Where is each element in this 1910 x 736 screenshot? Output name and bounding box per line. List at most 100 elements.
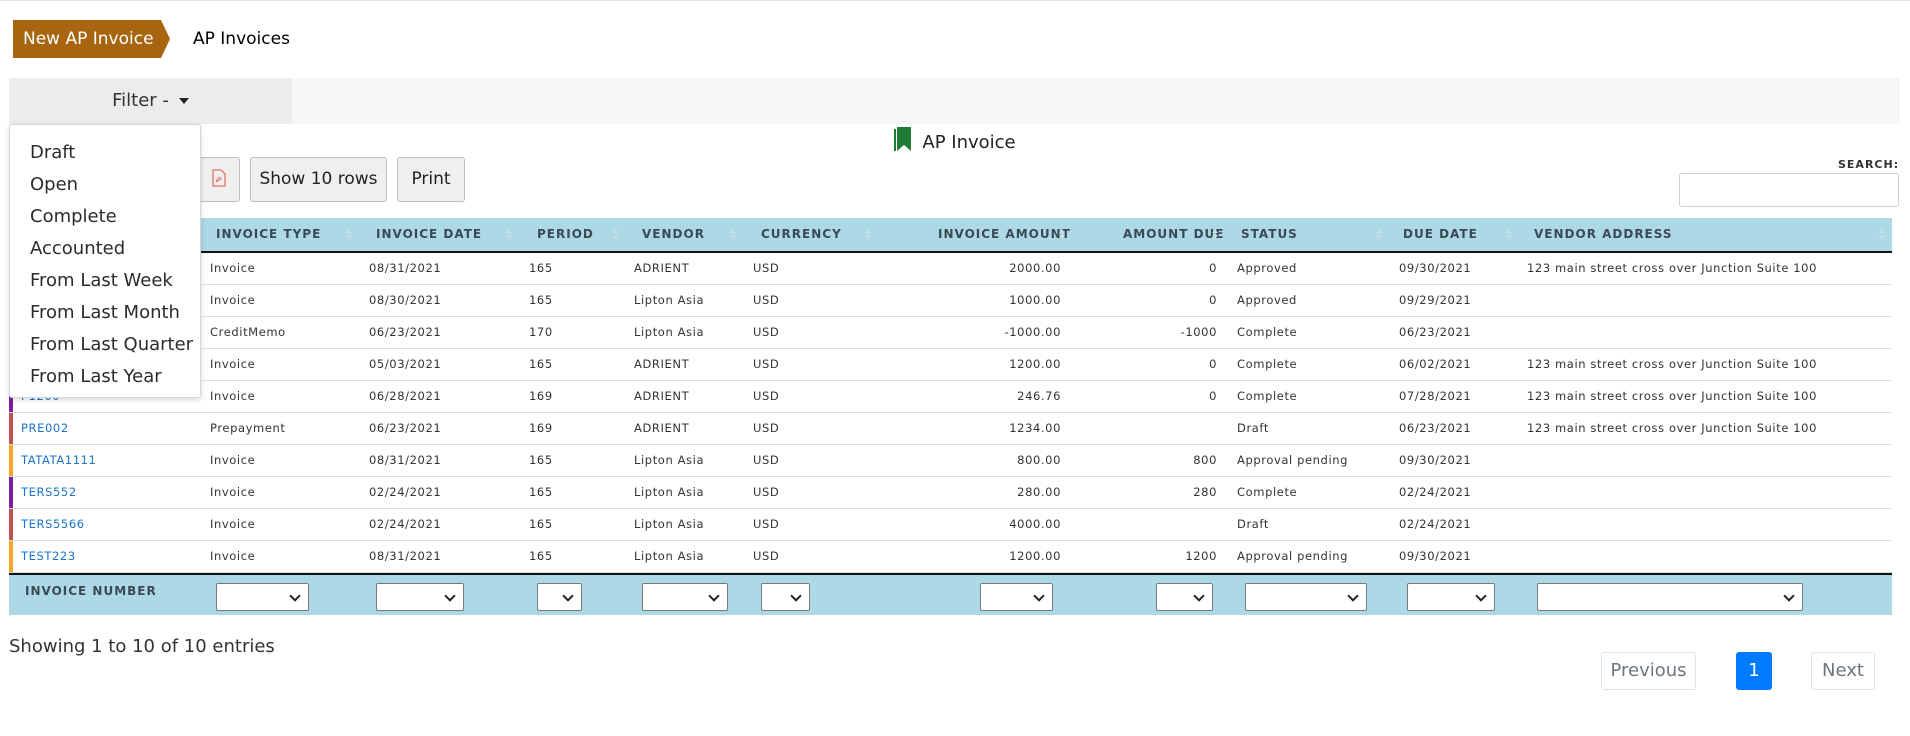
cell-currency: USD: [753, 453, 780, 467]
filter-select-invoice-type[interactable]: [216, 583, 309, 611]
col-vendor[interactable]: VENDOR: [642, 218, 705, 251]
pagination-previous[interactable]: Previous: [1601, 652, 1696, 690]
filter-select-period[interactable]: [537, 583, 582, 611]
filter-dropdown-button[interactable]: Filter -: [9, 78, 292, 124]
cell-invoice-number[interactable]: TEST223: [21, 541, 76, 572]
table-row[interactable]: TERS552 Invoice 02/24/2021 165 Lipton Asia US…: [9, 477, 1892, 509]
filter-select-amount-due[interactable]: [1156, 583, 1213, 611]
col-invoice-amount[interactable]: INVOICE AMOUNT: [938, 218, 1071, 251]
filter-option-last-quarter[interactable]: From Last Quarter: [10, 329, 200, 361]
cell-invoice-number[interactable]: TERS552: [21, 477, 77, 508]
filter-select-due-date[interactable]: [1407, 583, 1495, 611]
pagination-next[interactable]: Next: [1811, 652, 1875, 690]
cell-amount-due: -1000: [1180, 325, 1217, 339]
cell-invoice-date: 08/31/2021: [369, 549, 442, 563]
table-row[interactable]: TATATA1111 Invoice 08/31/2021 165 Lipton Asi…: [9, 445, 1892, 477]
cell-invoice-type: Invoice: [210, 517, 256, 531]
sort-icon[interactable]: [1059, 229, 1065, 240]
status-color-bar: [9, 541, 13, 572]
filter-option-accounted[interactable]: Accounted: [10, 233, 200, 265]
col-due-date[interactable]: DUE DATE: [1403, 218, 1478, 251]
breadcrumb-ap-invoices[interactable]: AP Invoices: [193, 20, 290, 58]
cell-due-date: 09/30/2021: [1399, 549, 1472, 563]
search-input[interactable]: [1679, 173, 1899, 207]
cell-due-date: 06/23/2021: [1399, 421, 1472, 435]
table-row[interactable]: CreditMemo 06/23/2021 170 Lipton Asia USD -10…: [9, 317, 1892, 349]
filter-bar: Filter -: [9, 78, 1900, 124]
new-ap-invoice-button[interactable]: New AP Invoice: [13, 20, 170, 58]
sort-icon[interactable]: [1212, 229, 1218, 240]
cell-currency: USD: [753, 357, 780, 371]
sort-icon[interactable]: [1879, 229, 1885, 240]
table-row[interactable]: Invoice 05/03/2021 165 ADRIENT USD 1200.00 0 Co…: [9, 349, 1892, 381]
cell-vendor: Lipton Asia: [634, 293, 705, 307]
cell-invoice-amount: 800.00: [1017, 453, 1061, 467]
cell-invoice-type: Invoice: [210, 453, 256, 467]
filter-select-invoice-date[interactable]: [376, 583, 464, 611]
cell-status: Draft: [1237, 421, 1269, 435]
cell-vendor: Lipton Asia: [634, 517, 705, 531]
table-row[interactable]: P1200Invoice06/28/2021169ADRIENTUSD246.7…: [9, 381, 1892, 413]
cell-due-date: 09/29/2021: [1399, 293, 1472, 307]
cell-invoice-date: 08/30/2021: [369, 293, 442, 307]
show-rows-button[interactable]: Show 10 rows: [250, 157, 387, 202]
filter-select-invoice-amount[interactable]: [980, 583, 1053, 611]
cell-period: 165: [529, 293, 553, 307]
cell-vendor: ADRIENT: [634, 357, 690, 371]
print-button[interactable]: Print: [397, 157, 465, 202]
sort-icon[interactable]: [506, 229, 512, 240]
cell-invoice-number[interactable]: TATATA1111: [21, 445, 96, 476]
sort-icon[interactable]: [346, 229, 352, 240]
cell-invoice-amount: 1200.00: [1009, 549, 1061, 563]
sort-icon[interactable]: [612, 229, 618, 240]
cell-vendor: Lipton Asia: [634, 485, 705, 499]
cell-period: 165: [529, 549, 553, 563]
filter-option-last-month[interactable]: From Last Month: [10, 297, 200, 329]
col-currency[interactable]: CURRENCY: [761, 218, 842, 251]
cell-period: 165: [529, 261, 553, 275]
sort-icon[interactable]: [1376, 229, 1382, 240]
filter-select-vendor[interactable]: [642, 583, 728, 611]
filter-option-last-year[interactable]: From Last Year: [10, 361, 200, 393]
cell-invoice-type: Prepayment: [210, 421, 286, 435]
col-invoice-date[interactable]: INVOICE DATE: [376, 218, 482, 251]
sort-icon[interactable]: [730, 229, 736, 240]
cell-currency: USD: [753, 421, 780, 435]
filter-select-vendor-address[interactable]: [1537, 583, 1803, 611]
cell-amount-due: 1200: [1185, 549, 1217, 563]
filter-option-last-week[interactable]: From Last Week: [10, 265, 200, 297]
table-row[interactable]: Invoice 08/30/2021 165 Lipton Asia USD 1000.0…: [9, 285, 1892, 317]
filter-select-status[interactable]: [1245, 583, 1367, 611]
cell-period: 169: [529, 421, 553, 435]
pagination-page-1[interactable]: 1: [1736, 652, 1772, 690]
cell-invoice-number[interactable]: TERS5566: [21, 509, 85, 540]
cell-vendor-address: 123 main street cross over Junction Suit…: [1527, 389, 1818, 403]
cell-amount-due: 0: [1209, 261, 1217, 275]
sort-icon[interactable]: [1506, 229, 1512, 240]
table-row[interactable]: TERS5566 Invoice 02/24/2021 165 Lipton Asia U…: [9, 509, 1892, 541]
pdf-icon: [211, 169, 226, 187]
cell-status: Approval pending: [1237, 549, 1349, 563]
table-row[interactable]: TEST223 Invoice 08/31/2021 165 Lipton Asia US…: [9, 541, 1892, 573]
filter-select-currency[interactable]: [761, 583, 810, 611]
table-row[interactable]: PRE002 Prepayment 06/23/2021 169 ADRIENT USD 1…: [9, 413, 1892, 445]
cell-currency: USD: [753, 517, 780, 531]
cell-currency: USD: [753, 485, 780, 499]
col-status[interactable]: STATUS: [1241, 218, 1298, 251]
filter-option-complete[interactable]: Complete: [10, 201, 200, 233]
caret-down-icon: [178, 98, 189, 104]
cell-period: 165: [529, 357, 553, 371]
col-amount-due[interactable]: AMOUNT DUE: [1123, 218, 1224, 251]
filter-option-open[interactable]: Open: [10, 169, 200, 201]
filter-option-draft[interactable]: Draft: [10, 137, 200, 169]
cell-currency: USD: [753, 389, 780, 403]
filter-dropdown-menu: Draft Open Complete Accounted From Last …: [9, 124, 201, 398]
col-invoice-type[interactable]: INVOICE TYPE: [216, 218, 321, 251]
sort-icon[interactable]: [865, 229, 871, 240]
export-pdf-button[interactable]: [197, 157, 240, 202]
cell-invoice-number[interactable]: PRE002: [21, 413, 69, 444]
col-period[interactable]: PERIOD: [537, 218, 594, 251]
table-row[interactable]: Invoice 08/31/2021 165 ADRIENT USD 2000.00 0 Ap…: [9, 253, 1892, 285]
col-vendor-address[interactable]: VENDOR ADDRESS: [1534, 218, 1673, 251]
cell-invoice-date: 06/23/2021: [369, 325, 442, 339]
